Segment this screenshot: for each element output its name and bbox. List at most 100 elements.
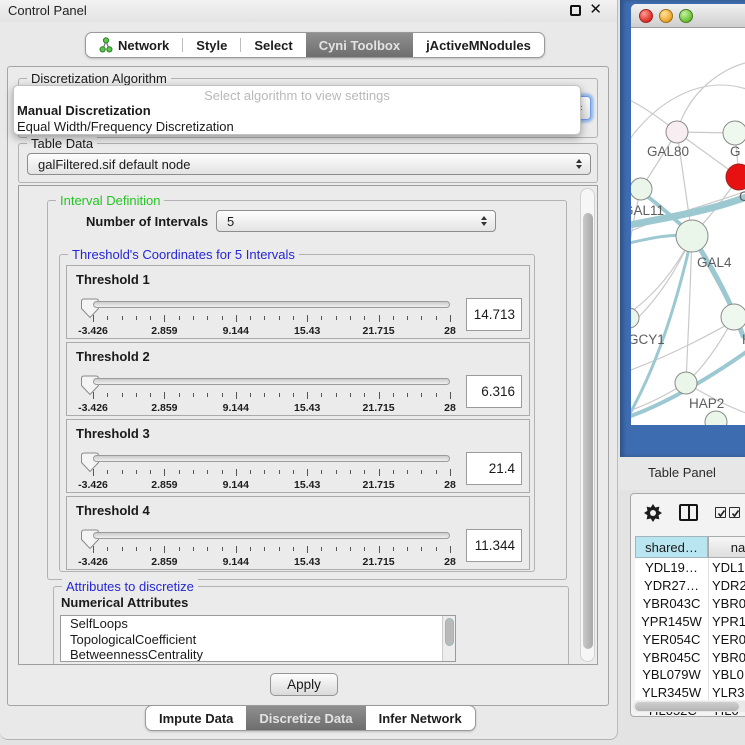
checkbox-icon[interactable] bbox=[715, 507, 726, 518]
cell-name[interactable]: YBR0 bbox=[712, 596, 745, 611]
tab-cyni-toolbox[interactable]: Cyni Toolbox bbox=[306, 33, 413, 57]
table-row[interactable]: YBR045C YBR0 bbox=[635, 650, 745, 668]
network-node-g[interactable] bbox=[723, 121, 745, 145]
threshold-slider-1[interactable]: -3.4262.8599.14415.4321.71528 bbox=[81, 298, 459, 340]
cell-name[interactable]: YDR2 bbox=[712, 578, 745, 593]
table-row[interactable]: YDR27… YDR2 bbox=[635, 578, 745, 596]
network-node-gal80[interactable] bbox=[666, 121, 688, 143]
threshold-slider-2[interactable]: -3.4262.8599.14415.4321.71528 bbox=[81, 375, 459, 417]
close-traffic-light-icon[interactable] bbox=[639, 9, 653, 23]
cell-shared-name[interactable]: YDR27… bbox=[635, 578, 708, 593]
numerical-attributes-list[interactable]: SelfLoopsTopologicalCoefficientBetweenne… bbox=[60, 615, 456, 662]
cell-name[interactable]: YPR1 bbox=[712, 614, 745, 629]
scrollbar-thumb[interactable] bbox=[583, 213, 593, 649]
tab-network[interactable]: Network bbox=[86, 33, 182, 57]
algorithm-option-manual-discretization[interactable]: Manual Discretization bbox=[17, 103, 577, 119]
attributes-group-title: Attributes to discretize bbox=[62, 579, 198, 594]
slider-tick bbox=[321, 316, 322, 320]
slider-tick bbox=[450, 392, 451, 399]
slider-tick bbox=[450, 469, 451, 476]
apply-button[interactable]: Apply bbox=[270, 673, 338, 696]
network-node-h[interactable] bbox=[721, 304, 745, 330]
slider-track[interactable] bbox=[93, 455, 450, 462]
attribute-item-topologicalcoefficient[interactable]: TopologicalCoefficient bbox=[61, 632, 455, 648]
top-tab-bar: NetworkStyleSelectCyni ToolboxjActiveMNo… bbox=[85, 32, 545, 58]
attribute-item-betweennesscentrality[interactable]: BetweennessCentrality bbox=[61, 647, 455, 662]
slider-tick bbox=[264, 547, 265, 551]
tab-infer-network[interactable]: Infer Network bbox=[366, 706, 475, 730]
columns-icon[interactable] bbox=[679, 504, 698, 521]
table-row[interactable]: YBR043C YBR0 bbox=[635, 596, 745, 614]
network-node-hap2[interactable] bbox=[675, 372, 697, 394]
algorithm-prompt: Select algorithm to view settings bbox=[14, 88, 580, 103]
slider-tick bbox=[107, 547, 108, 551]
thresholds-groupbox: Threshold's Coordinates for 5 Intervals … bbox=[59, 254, 535, 572]
network-node-c[interactable] bbox=[726, 164, 745, 190]
tab-jactivemnodules[interactable]: jActiveMNodules bbox=[413, 33, 544, 57]
threshold-value-field[interactable]: 11.344 bbox=[466, 529, 522, 562]
slider-scale-label: -3.426 bbox=[78, 556, 108, 568]
slider-scale-label: 15.43 bbox=[294, 402, 320, 414]
network-node-gal4[interactable] bbox=[676, 220, 708, 252]
tab-discretize-data[interactable]: Discretize Data bbox=[246, 706, 365, 730]
tab-select[interactable]: Select bbox=[241, 33, 305, 57]
cell-shared-name[interactable]: YLR345W bbox=[635, 685, 708, 700]
cell-shared-name[interactable]: YBR043C bbox=[635, 596, 708, 611]
column-header-shared-name[interactable]: shared… bbox=[635, 536, 708, 558]
cell-name[interactable]: YBL0 bbox=[712, 667, 745, 682]
slider-track[interactable] bbox=[93, 532, 450, 539]
checkbox-icon[interactable] bbox=[729, 507, 740, 518]
cell-name[interactable]: YBR0 bbox=[712, 650, 745, 665]
attribute-item-selfloops[interactable]: SelfLoops bbox=[61, 616, 455, 632]
threshold-slider-4[interactable]: -3.4262.8599.14415.4321.71528 bbox=[81, 529, 459, 571]
cell-shared-name[interactable]: YBR045C bbox=[635, 650, 708, 665]
threshold-value-field[interactable]: 6.316 bbox=[466, 375, 522, 408]
threshold-value-field[interactable]: 14.713 bbox=[466, 298, 522, 331]
slider-tick bbox=[307, 315, 308, 322]
float-window-icon[interactable] bbox=[570, 5, 581, 16]
control-panel-titlebar: Control Panel ✕ bbox=[0, 0, 617, 22]
table-row[interactable]: YPR145W YPR1 bbox=[635, 614, 745, 632]
slider-tick bbox=[321, 547, 322, 551]
slider-track[interactable] bbox=[93, 301, 450, 308]
network-node[interactable] bbox=[705, 411, 727, 425]
cell-name[interactable]: YER0 bbox=[712, 632, 745, 647]
list-scrollbar[interactable] bbox=[442, 616, 455, 661]
network-window: GAL80GCGAL11GAL4GCY1HHAP2 bbox=[631, 4, 745, 425]
cell-name[interactable]: YDL1 bbox=[712, 560, 745, 575]
table-horizontal-scrollbar[interactable] bbox=[633, 701, 745, 712]
network-edge-highlighted[interactable] bbox=[631, 236, 692, 422]
num-intervals-value: 5 bbox=[227, 214, 234, 229]
slider-tick bbox=[421, 547, 422, 551]
zoom-traffic-light-icon[interactable] bbox=[679, 9, 693, 23]
threshold-value-field[interactable]: 21.4 bbox=[466, 452, 522, 485]
thresholds-group-title: Threshold's Coordinates for 5 Intervals bbox=[68, 247, 299, 262]
table-row[interactable]: YDL19… YDL1 bbox=[635, 560, 745, 578]
threshold-slider-3[interactable]: -3.4262.8599.14415.4321.71528 bbox=[81, 452, 459, 494]
minimize-traffic-light-icon[interactable] bbox=[659, 9, 673, 23]
tab-style[interactable]: Style bbox=[183, 33, 240, 57]
network-node-gal11[interactable] bbox=[631, 178, 652, 200]
network-canvas[interactable]: GAL80GCGAL11GAL4GCY1HHAP2 bbox=[631, 28, 745, 425]
column-header-name[interactable]: na bbox=[708, 536, 745, 558]
cell-name[interactable]: YLR3 bbox=[712, 685, 745, 700]
cell-shared-name[interactable]: YPR145W bbox=[635, 614, 708, 629]
gear-icon[interactable] bbox=[643, 503, 663, 523]
table-row[interactable]: YER054C YER0 bbox=[635, 632, 745, 650]
network-node-gcy1[interactable] bbox=[631, 308, 639, 328]
panel-vertical-scrollbar[interactable] bbox=[580, 188, 595, 662]
slider-track[interactable] bbox=[93, 378, 450, 385]
interval-definition-title: Interval Definition bbox=[56, 193, 164, 208]
cell-shared-name[interactable]: YDL19… bbox=[635, 560, 708, 575]
tab-label: Impute Data bbox=[159, 711, 233, 726]
table-data-combobox[interactable]: galFiltered.sif default node bbox=[27, 153, 591, 175]
slider-tick bbox=[207, 316, 208, 320]
algorithm-option-equal-width-frequency-discretization[interactable]: Equal Width/Frequency Discretization bbox=[17, 119, 577, 135]
cell-shared-name[interactable]: YBL079W bbox=[635, 667, 708, 682]
num-intervals-combobox[interactable]: 5 bbox=[216, 210, 496, 232]
close-icon[interactable]: ✕ bbox=[589, 4, 602, 16]
tab-impute-data[interactable]: Impute Data bbox=[146, 706, 246, 730]
table-row[interactable]: YBL079W YBL0 bbox=[635, 667, 745, 685]
slider-tick bbox=[179, 470, 180, 474]
cell-shared-name[interactable]: YER054C bbox=[635, 632, 708, 647]
